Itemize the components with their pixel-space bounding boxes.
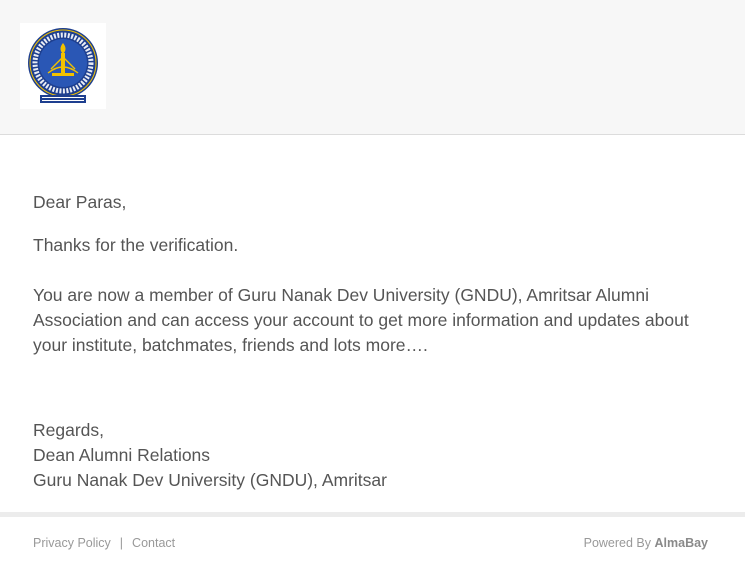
university-logo [20, 23, 106, 109]
greeting-text: Dear Paras, [33, 192, 127, 212]
powered-by: Powered By AlmaBay [584, 536, 708, 550]
privacy-policy-link[interactable]: Privacy Policy [33, 536, 111, 550]
signature-regards: Regards, [33, 420, 105, 440]
membership-message: You are now a member of Guru Nanak Dev U… [33, 285, 689, 355]
thanks-text: Thanks for the verification. [33, 235, 239, 255]
signature-org: Guru Nanak Dev University (GNDU), Amrits… [33, 470, 387, 490]
almabay-brand[interactable]: AlmaBay [655, 536, 709, 550]
signature-title: Dean Alumni Relations [33, 445, 211, 465]
email-footer: Privacy Policy | Contact Powered By AlmaBa… [33, 536, 708, 556]
powered-by-text: Powered By [583, 536, 652, 550]
gndu-emblem-icon [20, 23, 106, 109]
contact-link[interactable]: Contact [132, 536, 175, 550]
footer-separator: | [119, 536, 124, 550]
email-header [0, 0, 745, 135]
footer-links: Privacy Policy | Contact [33, 536, 175, 550]
footer-divider [0, 512, 745, 517]
signature-block: Regards, Dean Alumni Relations Guru Nana… [33, 418, 387, 493]
